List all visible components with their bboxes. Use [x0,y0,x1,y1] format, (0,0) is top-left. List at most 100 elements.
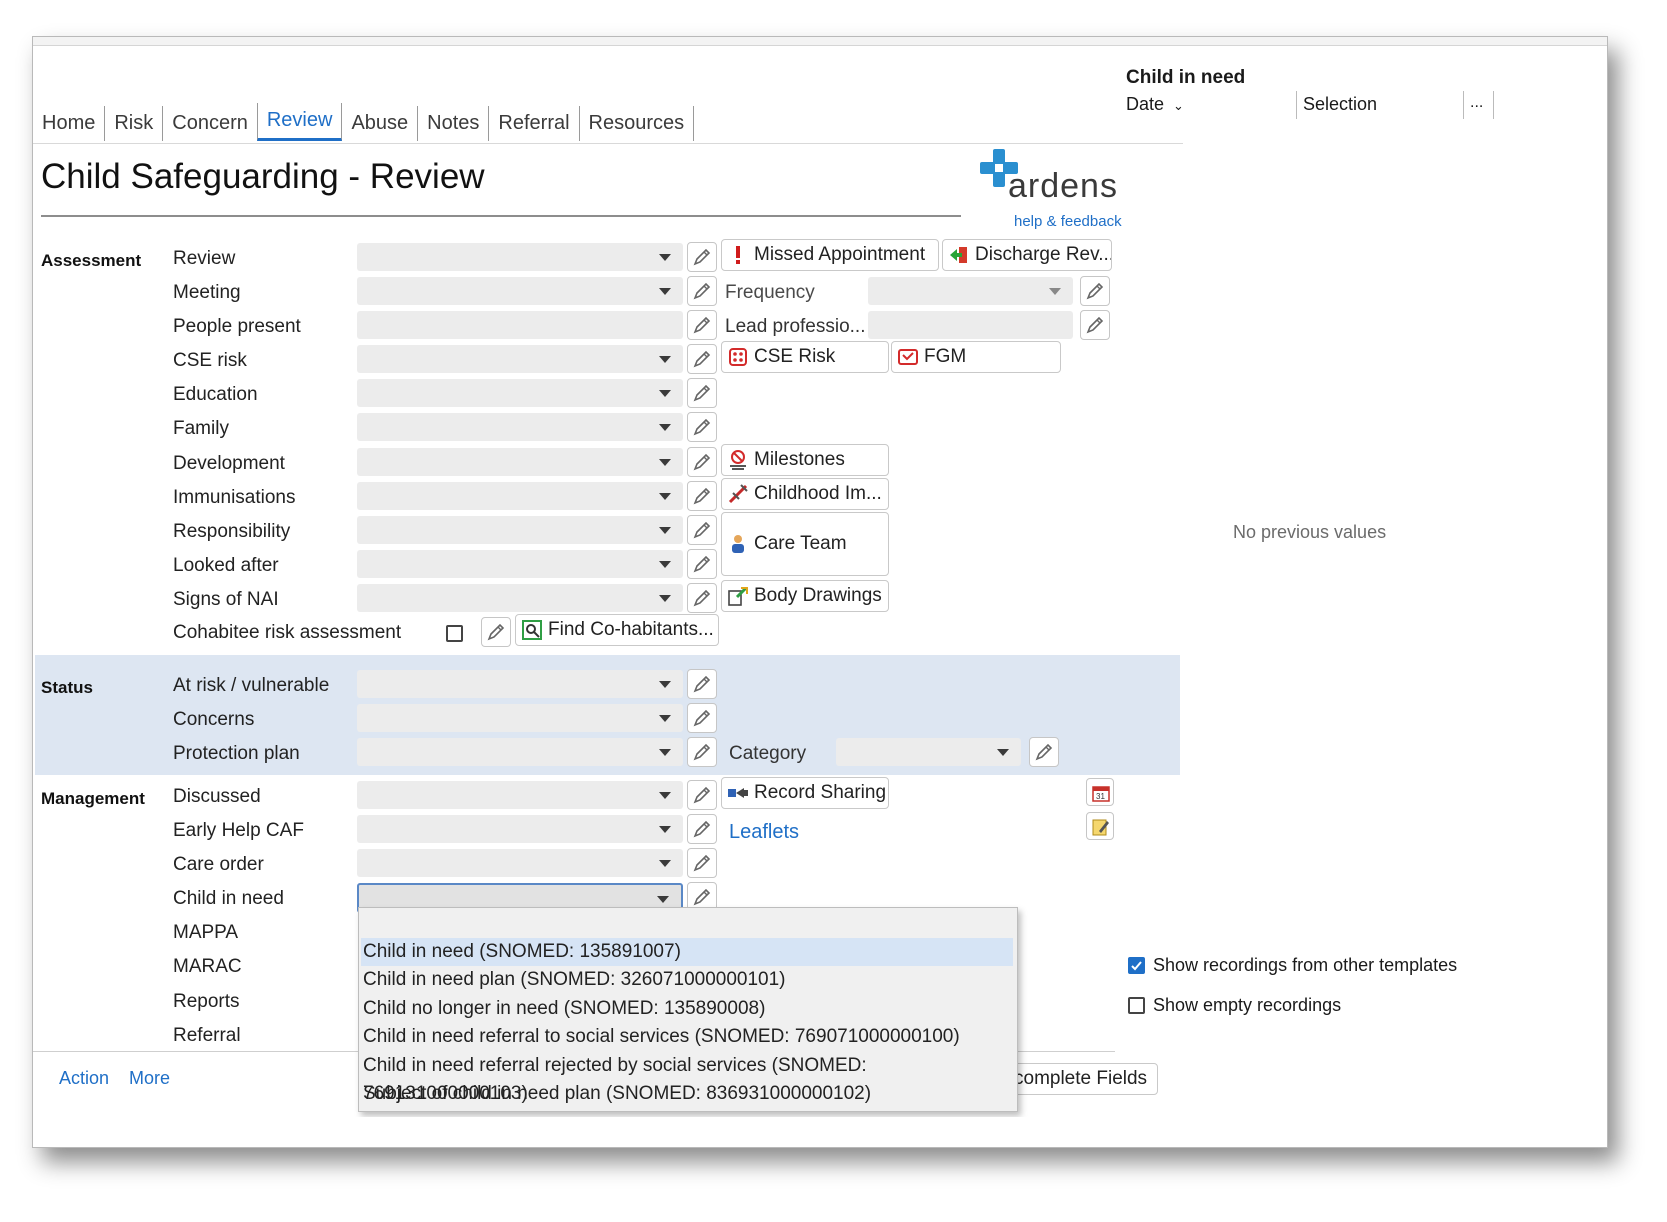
care-order-select[interactable] [357,849,683,877]
looked-after-edit-button[interactable] [687,549,717,579]
body-drawings-label: Body Drawings [754,585,882,606]
discharge-review-button[interactable]: Discharge Rev... [942,239,1112,271]
tab-abuse[interactable]: Abuse [342,106,419,141]
family-select[interactable] [357,413,683,441]
dropdown-option-child-in-need-plan[interactable]: Child in need plan (SNOMED: 326071000000… [361,966,1013,994]
immunisations-edit-button[interactable] [687,481,717,511]
label-concerns: Concerns [173,709,255,730]
care-team-button[interactable]: Care Team [721,512,889,576]
cse-risk-edit-button[interactable] [687,344,717,374]
protection-plan-edit-button[interactable] [687,737,717,767]
concerns-select[interactable] [357,704,683,732]
education-edit-button[interactable] [687,378,717,408]
at-risk-edit-button[interactable] [687,669,717,699]
tab-home[interactable]: Home [33,106,106,141]
date-column-header[interactable]: Date ⌄ [1126,94,1184,115]
dropdown-option-referral-social-services[interactable]: Child in need referral to social service… [361,1023,1013,1051]
cse-risk-select[interactable] [357,345,683,373]
review-edit-button[interactable] [687,242,717,272]
calendar-button[interactable]: 31 [1086,778,1114,806]
lead-professional-input[interactable] [868,311,1073,339]
development-select[interactable] [357,448,683,476]
concerns-edit-button[interactable] [687,703,717,733]
early-help-caf-select[interactable] [357,815,683,843]
more-columns-button[interactable]: ... [1470,94,1483,112]
show-other-templates-checkbox[interactable] [1128,957,1145,974]
category-edit-button[interactable] [1029,737,1059,767]
people-present-edit-button[interactable] [687,310,717,340]
dropdown-option-no-longer-in-need[interactable]: Child no longer in need (SNOMED: 1358900… [361,995,1013,1023]
tab-review[interactable]: Review [256,103,343,141]
discussed-select[interactable] [357,781,683,809]
leaflets-link[interactable]: Leaflets [729,821,799,844]
help-feedback-link[interactable]: help & feedback [1014,213,1122,230]
more-link[interactable]: More [129,1068,170,1089]
calendar-icon: 31 [1092,786,1110,802]
signs-of-nai-edit-button[interactable] [687,583,717,613]
selection-column-header[interactable]: Selection [1303,94,1377,115]
frequency-select[interactable] [868,277,1073,305]
chevron-down-icon [659,681,671,688]
immunisations-select[interactable] [357,482,683,510]
dropdown-option-child-in-need[interactable]: Child in need (SNOMED: 135891007) [361,938,1013,966]
label-review: Review [173,248,236,269]
people-present-input[interactable] [357,311,683,339]
dropdown-option-subject-of-plan[interactable]: Subject of child in need plan (SNOMED: 8… [361,1080,1013,1108]
protection-plan-select[interactable] [357,738,683,766]
fgm-button[interactable]: FGM [891,341,1061,373]
lead-professional-edit-button[interactable] [1080,310,1110,340]
care-order-edit-button[interactable] [687,848,717,878]
tab-referral[interactable]: Referral [489,106,580,141]
discussed-edit-button[interactable] [687,780,717,810]
notes-edit-button[interactable] [1086,812,1114,840]
record-sharing-button[interactable]: Record Sharing [721,777,889,809]
at-risk-select[interactable] [357,670,683,698]
child-in-need-dropdown: Child in need (SNOMED: 135891007) Child … [358,907,1018,1112]
tab-resources[interactable]: Resources [580,106,695,141]
development-edit-button[interactable] [687,447,717,477]
label-development: Development [173,453,285,474]
early-help-caf-edit-button[interactable] [687,814,717,844]
meeting-edit-button[interactable] [687,276,717,306]
chevron-down-icon [997,749,1009,756]
meeting-select[interactable] [357,277,683,305]
show-empty-recordings-checkbox[interactable] [1128,997,1145,1014]
find-cohabitants-button[interactable]: Find Co-habitants... [515,614,719,646]
missed-appointment-button[interactable]: Missed Appointment [721,239,939,271]
find-cohabitants-label: Find Co-habitants... [548,619,714,640]
label-cse-risk: CSE risk [173,350,247,371]
chevron-down-icon [659,356,671,363]
pencil-icon [1086,282,1104,300]
responsibility-select[interactable] [357,516,683,544]
dropdown-option-referral-rejected[interactable]: Child in need referral rejected by socia… [361,1052,1013,1104]
milestones-label: Milestones [754,449,845,470]
tab-notes[interactable]: Notes [418,106,490,141]
label-signs-of-nai: Signs of NAI [173,589,279,610]
family-edit-button[interactable] [687,412,717,442]
cohabitee-edit-button[interactable] [481,617,511,647]
tab-risk[interactable]: Risk [105,106,164,141]
cse-risk-button[interactable]: CSE Risk [721,341,889,373]
category-select[interactable] [836,738,1021,766]
looked-after-select[interactable] [357,550,683,578]
empty-history-message: No previous values [1233,522,1387,542]
childhood-immunisations-button[interactable]: Childhood Im... [721,478,889,510]
cohabitee-checkbox[interactable] [446,625,463,642]
incomplete-fields-label: complete Fields [1014,1068,1148,1089]
label-discussed: Discussed [173,786,261,807]
note-pencil-icon [1092,819,1109,836]
education-select[interactable] [357,379,683,407]
chevron-down-icon [659,390,671,397]
tab-underline [33,143,1183,144]
tab-concern[interactable]: Concern [163,106,258,141]
frequency-edit-button[interactable] [1080,276,1110,306]
dropdown-option-blank[interactable] [361,908,1013,936]
template-window: Home Risk Concern Review Abuse Notes Ref… [32,36,1608,1148]
action-link[interactable]: Action [59,1068,109,1089]
responsibility-edit-button[interactable] [687,515,717,545]
milestones-button[interactable]: Milestones [721,444,889,476]
signs-of-nai-select[interactable] [357,584,683,612]
body-drawings-button[interactable]: Body Drawings [721,580,889,612]
review-select[interactable] [357,243,683,271]
pencil-icon [693,487,711,505]
